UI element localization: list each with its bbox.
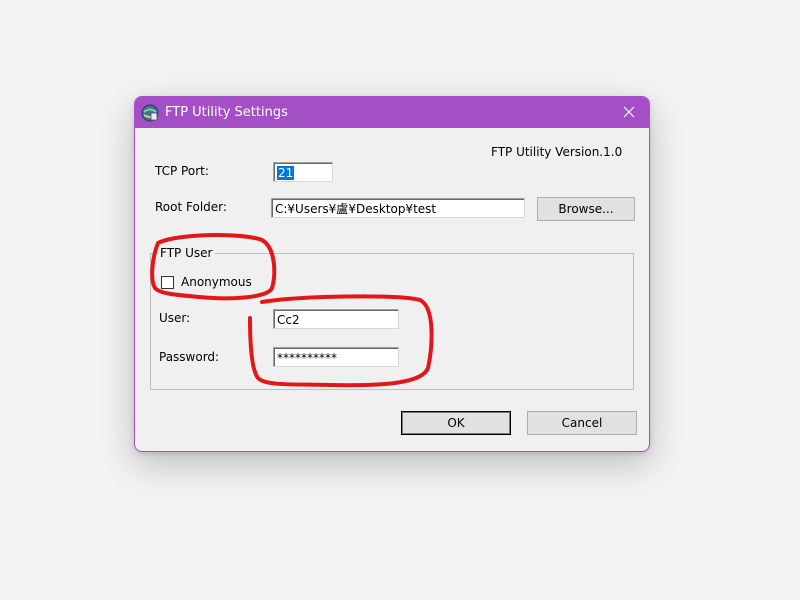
desktop-background: FTP Utility Settings FTP Utility Version… xyxy=(0,0,800,600)
cancel-button[interactable]: Cancel xyxy=(527,411,637,435)
tcp-port-label: TCP Port: xyxy=(155,164,209,178)
ftp-user-group: FTP User Anonymous User: Cc2 Password: *… xyxy=(150,245,634,390)
window-title: FTP Utility Settings xyxy=(165,105,288,120)
title-bar[interactable]: FTP Utility Settings xyxy=(135,97,649,128)
anonymous-checkbox[interactable] xyxy=(161,276,174,289)
user-value: Cc2 xyxy=(277,313,300,327)
password-label: Password: xyxy=(159,350,220,364)
root-folder-label: Root Folder: xyxy=(155,200,227,214)
close-button[interactable] xyxy=(609,97,649,128)
root-folder-input[interactable]: C:¥Users¥盧¥Desktop¥test xyxy=(271,198,525,218)
tcp-port-value: 21 xyxy=(277,166,295,180)
ftp-user-group-title: FTP User xyxy=(157,245,216,261)
root-folder-value-part1: C:¥Users¥ xyxy=(275,202,337,216)
user-input[interactable]: Cc2 xyxy=(273,309,399,329)
ftp-settings-dialog: FTP Utility Settings FTP Utility Version… xyxy=(134,96,650,452)
close-icon xyxy=(623,106,635,118)
password-value: ********** xyxy=(277,351,337,365)
root-folder-value-part2: ¥Desktop¥test xyxy=(348,202,437,216)
browse-button[interactable]: Browse... xyxy=(537,197,635,221)
user-label: User: xyxy=(159,311,191,325)
ftp-app-icon xyxy=(141,104,159,122)
version-label: FTP Utility Version.1.0 xyxy=(491,145,623,159)
tcp-port-input[interactable]: 21 xyxy=(273,162,333,182)
password-input[interactable]: ********** xyxy=(273,347,399,367)
anonymous-label: Anonymous xyxy=(181,275,252,289)
ok-button[interactable]: OK xyxy=(401,411,511,435)
root-folder-value-glyph: 盧 xyxy=(336,202,349,216)
